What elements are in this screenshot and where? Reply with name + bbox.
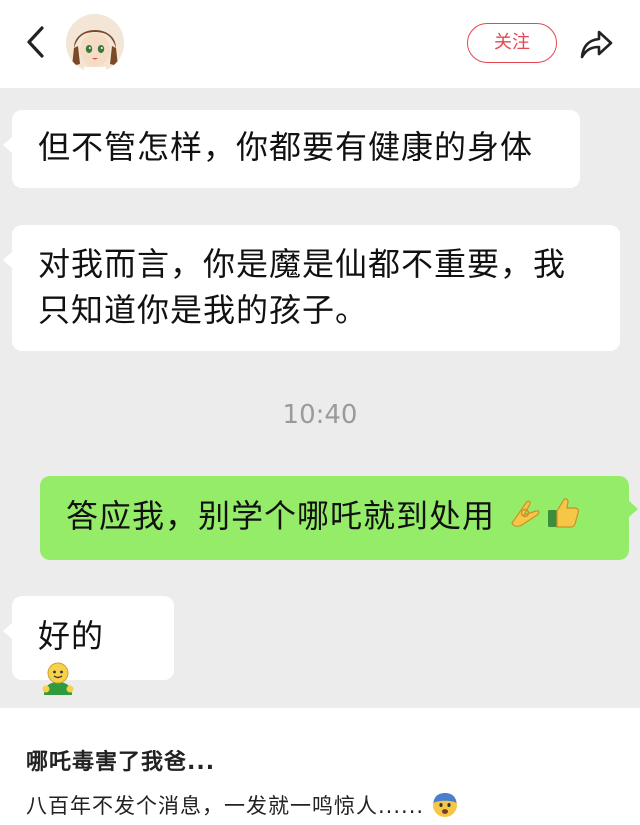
chevron-left-icon [27,26,44,58]
message-bubble-sent[interactable]: 答应我，别学个哪吒就到处用 [40,476,638,560]
top-nav-bar: 关注 [0,0,640,88]
message-text: 但不管怎样，你都要有健康的身体 [38,128,534,166]
smiling-person-emoji [38,659,78,711]
post-title[interactable]: 哪吒毒害了我爸... [26,744,215,776]
avatar[interactable] [66,14,124,72]
message-bubble-received[interactable]: 对我而言，你是魔是仙都不重要，我只知道你是我的孩子。 [3,225,620,351]
follow-button[interactable]: 关注 [467,23,557,63]
chat-screen: 关注 但不管怎样，你都要有健康的身体 对我而言，你是魔是仙都不重要，我只知道你是… [0,0,640,825]
message-bubble-received[interactable]: 好的 [3,596,174,695]
message-timestamp: 10:40 [282,400,358,430]
post-info: 哪吒毒害了我爸... 八百年不发个消息，一发就一鸣惊人...... [0,708,640,825]
thumbs-up-emoji [544,493,582,543]
ok-hand-emoji [506,493,544,543]
back-button[interactable] [20,22,54,62]
chat-area[interactable]: 但不管怎样，你都要有健康的身体 对我而言，你是魔是仙都不重要，我只知道你是我的孩… [0,88,640,708]
message-text: 好的 [38,617,105,655]
post-subtitle: 八百年不发个消息，一发就一鸣惊人...... [26,790,458,823]
post-subtitle-text: 八百年不发个消息，一发就一鸣惊人...... [26,794,425,818]
avatar-image [66,14,124,72]
share-arrow-icon [580,30,613,59]
fearful-face-emoji [432,792,458,823]
message-bubble-received[interactable]: 但不管怎样，你都要有健康的身体 [3,110,580,188]
share-button[interactable] [577,24,617,64]
message-text: 对我而言，你是魔是仙都不重要，我只知道你是我的孩子。 [38,245,567,329]
message-text: 答应我，别学个哪吒就到处用 [66,497,496,535]
